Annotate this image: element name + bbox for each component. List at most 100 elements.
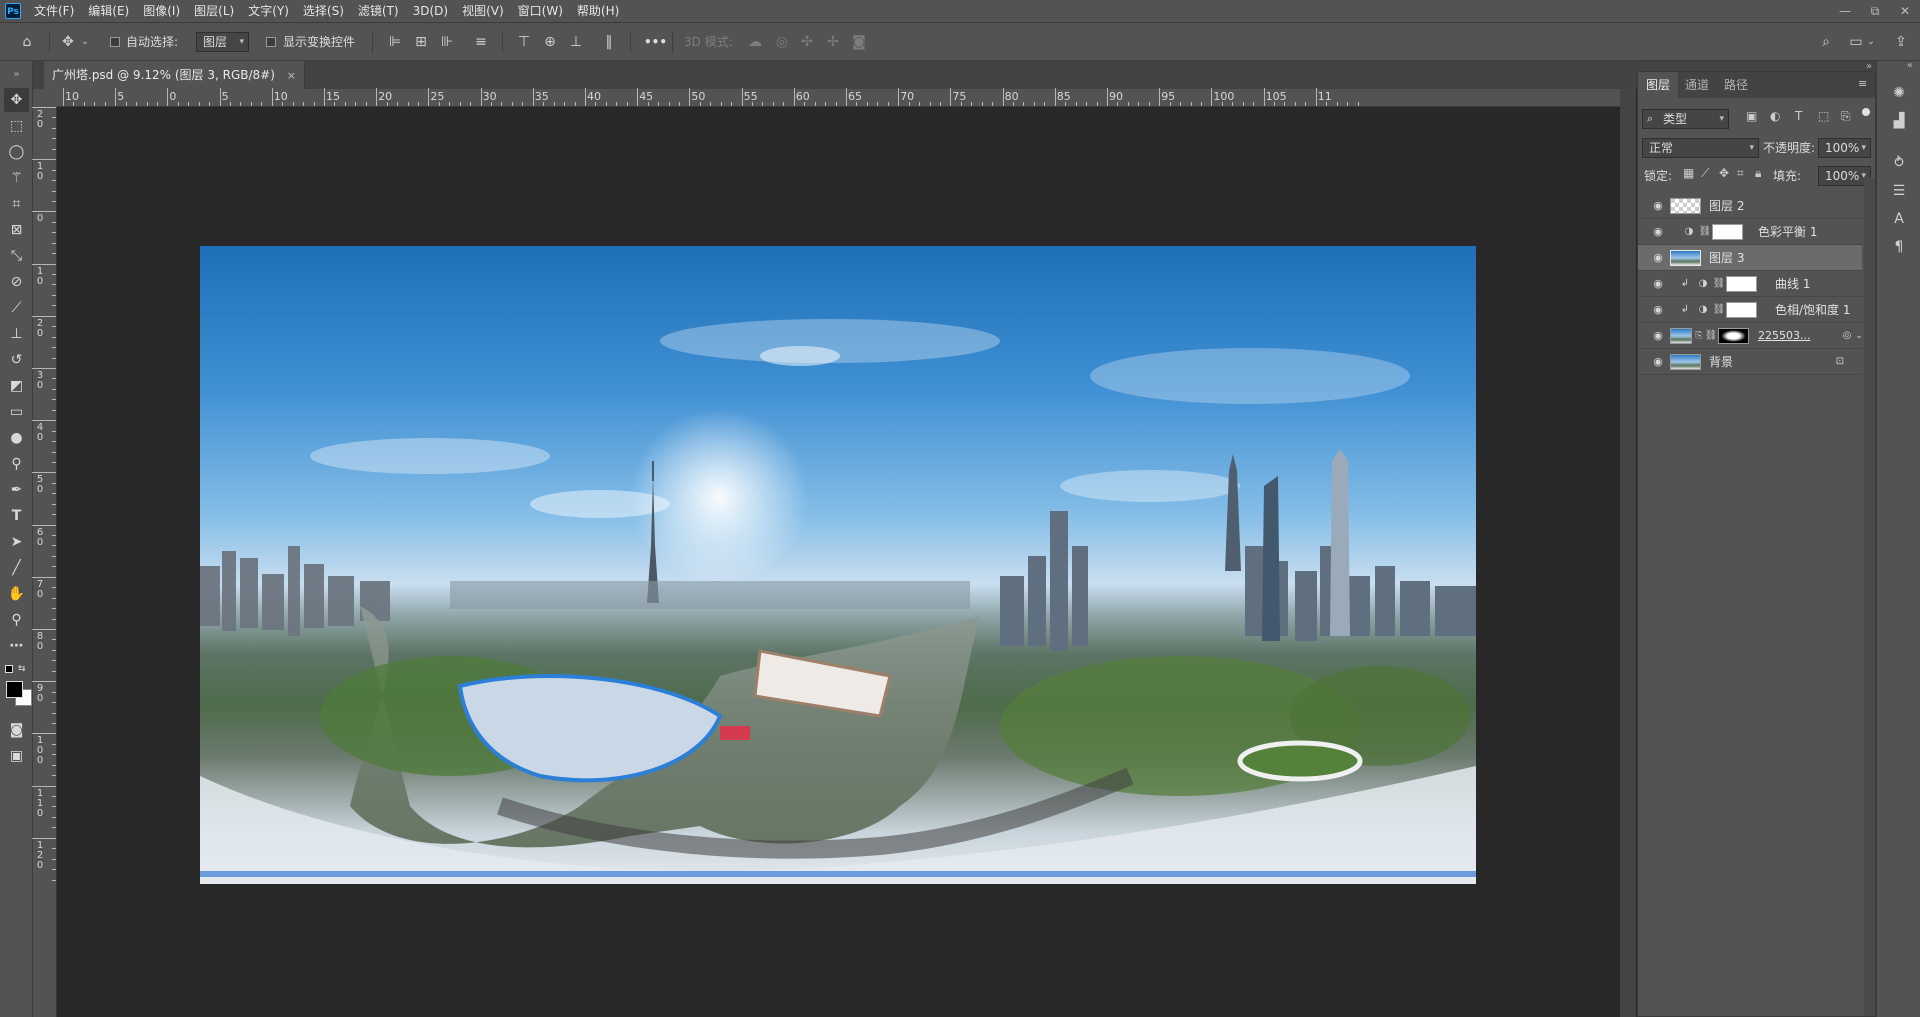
blend-mode-dropdown[interactable]: 正常 ▾ xyxy=(1642,138,1759,158)
show-transform-checkbox[interactable] xyxy=(266,37,276,47)
document-tab[interactable]: 广州塔.psd @ 9.12% (图层 3, RGB/8#) × xyxy=(44,61,305,89)
minimize-button[interactable]: — xyxy=(1830,0,1860,23)
chain-link-icon[interactable]: ⛓ xyxy=(1712,303,1726,317)
hand-tool-icon[interactable]: ✋ xyxy=(4,582,29,606)
layers-scrollbar[interactable] xyxy=(1864,178,1875,1016)
brush-tool-icon[interactable]: ⟋ xyxy=(4,296,29,320)
auto-select-dropdown[interactable]: 图层 ▾ xyxy=(196,32,249,52)
workspace-icon[interactable]: ▭ xyxy=(1847,33,1865,51)
horizontal-ruler[interactable]: 10 5 0 5 10 15 20 25 30 35 40 45 50 55 60 65 70 75 80 85 90 9… xyxy=(57,88,1620,107)
layer-name[interactable]: 225503... xyxy=(1758,323,1810,349)
blur-tool-icon[interactable]: ● xyxy=(4,426,29,450)
visibility-eye-icon[interactable]: ◉ xyxy=(1651,251,1665,265)
restore-button[interactable]: ⧉ xyxy=(1860,0,1890,23)
layer-row[interactable]: ◉ 背景 ⊡ xyxy=(1638,349,1862,375)
menu-help[interactable]: 帮助(H) xyxy=(570,0,626,23)
path-selection-tool-icon[interactable]: ➤ xyxy=(4,530,29,554)
opacity-input[interactable]: 100% ▾ xyxy=(1818,138,1871,158)
close-button[interactable]: ✕ xyxy=(1890,0,1920,23)
align-center-h-icon[interactable]: ⊞ xyxy=(412,33,430,51)
history-icon[interactable]: ⥁ xyxy=(1889,153,1909,173)
crop-tool-icon[interactable]: ⌗ xyxy=(4,192,29,216)
gradient-tool-icon[interactable]: ▭ xyxy=(4,400,29,424)
frame-tool-icon[interactable]: ⊠ xyxy=(4,218,29,242)
layer-name[interactable]: 图层 3 xyxy=(1709,245,1744,271)
lock-transparency-icon[interactable]: ▦ xyxy=(1683,166,1694,180)
search-icon[interactable]: ⌕ xyxy=(1817,33,1835,51)
chain-link-icon[interactable]: ⛓ xyxy=(1704,329,1718,343)
tab-layers[interactable]: 图层 xyxy=(1638,72,1679,98)
collapse-icon[interactable]: » xyxy=(4,63,29,87)
lock-all-icon[interactable]: 🔒︎ xyxy=(1755,166,1761,181)
auto-select-checkbox[interactable] xyxy=(110,37,120,47)
vertical-ruler[interactable]: 20100102030405060708090100110120 xyxy=(32,107,57,1017)
screen-mode-icon[interactable]: ▣ xyxy=(4,744,29,768)
lock-pixels-icon[interactable]: ⟋ xyxy=(1701,166,1709,181)
history-brush-tool-icon[interactable]: ↺ xyxy=(4,348,29,372)
default-colors-icon[interactable] xyxy=(5,665,13,673)
3d-roll-icon[interactable]: ◎ xyxy=(773,33,791,51)
layer-row[interactable]: ◉ 图层 2 xyxy=(1638,193,1862,219)
visibility-eye-icon[interactable]: ◉ xyxy=(1651,225,1665,239)
move-tool-preset-icon[interactable]: ✥ xyxy=(59,33,77,51)
layer-name[interactable]: 色彩平衡 1 xyxy=(1758,219,1817,245)
chevron-down-icon[interactable]: ⌄ xyxy=(80,33,90,51)
layer-row[interactable]: ◉ ↲ ◑ ⛓ 曲线 1 xyxy=(1638,271,1862,297)
home-icon[interactable]: ⌂ xyxy=(18,33,36,51)
swap-colors-icon[interactable]: ⇆ xyxy=(18,664,26,674)
layer-name[interactable]: 背景 xyxy=(1709,349,1733,375)
panorama-image[interactable] xyxy=(200,246,1476,884)
healing-brush-tool-icon[interactable]: ⊘ xyxy=(4,270,29,294)
filter-smart-object-icon[interactable]: ⎘ xyxy=(1841,109,1851,124)
visibility-eye-icon[interactable]: ◉ xyxy=(1651,329,1665,343)
distribute-v-icon[interactable]: ‖ xyxy=(600,33,618,51)
chain-link-icon[interactable]: ⛓ xyxy=(1712,277,1726,291)
tab-channels[interactable]: 通道 xyxy=(1677,72,1717,98)
distribute-icon[interactable]: ≡ xyxy=(472,33,490,51)
move-tool-icon[interactable]: ✥ xyxy=(4,88,29,112)
dodge-tool-icon[interactable]: ⚲ xyxy=(4,452,29,476)
expand-icon[interactable]: « xyxy=(1907,60,1913,71)
layer-row[interactable]: ◉ ↲ ◑ ⛓ 色相/饱和度 1 xyxy=(1638,297,1862,323)
layer-name[interactable]: 曲线 1 xyxy=(1775,271,1810,297)
edit-toolbar-icon[interactable]: ⋯ xyxy=(4,634,29,658)
magic-wand-tool-icon[interactable]: ⚚ xyxy=(4,166,29,190)
layer-row-selected[interactable]: ◉ 图层 3 xyxy=(1638,245,1862,271)
3d-orbit-icon[interactable]: ☁ xyxy=(746,33,764,51)
chevron-down-icon[interactable]: ⌄ xyxy=(1866,33,1876,51)
menu-select[interactable]: 选择(S) xyxy=(296,0,351,23)
align-right-icon[interactable]: ⊪ xyxy=(438,33,456,51)
lock-position-icon[interactable]: ✥ xyxy=(1719,166,1729,180)
lock-artboard-icon[interactable]: ⌗ xyxy=(1737,166,1744,181)
foreground-color-swatch[interactable] xyxy=(6,681,23,698)
visibility-eye-icon[interactable]: ◉ xyxy=(1651,355,1665,369)
canvas-area[interactable] xyxy=(57,107,1620,1017)
layer-row[interactable]: ◉ ◑ ⛓ 色彩平衡 1 xyxy=(1638,219,1862,245)
line-tool-icon[interactable]: ╱ xyxy=(4,556,29,580)
chain-link-icon[interactable]: ⛓ xyxy=(1698,225,1712,239)
layer-filter-dropdown[interactable]: ⌕ 类型 ▾ xyxy=(1642,109,1729,129)
align-bottom-icon[interactable]: ⊥ xyxy=(567,33,585,51)
lasso-tool-icon[interactable]: ◯ xyxy=(4,140,29,164)
clone-stamp-tool-icon[interactable]: ⊥ xyxy=(4,322,29,346)
menu-edit[interactable]: 编辑(E) xyxy=(81,0,136,23)
menu-layer[interactable]: 图层(L) xyxy=(187,0,241,23)
align-middle-v-icon[interactable]: ⊕ xyxy=(541,33,559,51)
3d-video-icon[interactable]: ◙ xyxy=(850,33,868,51)
visibility-eye-icon[interactable]: ◉ xyxy=(1651,303,1665,317)
align-left-icon[interactable]: ⊫ xyxy=(386,33,404,51)
quick-mask-icon[interactable]: ◙ xyxy=(4,718,29,742)
menu-3d[interactable]: 3D(D) xyxy=(406,0,455,23)
share-icon[interactable]: ⇪ xyxy=(1892,33,1910,51)
filter-type-icon[interactable]: T xyxy=(1795,109,1802,123)
layer-name[interactable]: 色相/饱和度 1 xyxy=(1775,297,1851,323)
visibility-eye-icon[interactable]: ◉ xyxy=(1651,277,1665,291)
filter-pixel-icon[interactable]: ▣ xyxy=(1746,109,1757,123)
character-icon[interactable]: A xyxy=(1889,209,1909,229)
3d-slide-icon[interactable]: ✢ xyxy=(824,33,842,51)
marquee-tool-icon[interactable]: ⬚ xyxy=(4,114,29,138)
eyedropper-tool-icon[interactable]: ⤡ xyxy=(4,244,29,268)
layer-name[interactable]: 图层 2 xyxy=(1709,193,1744,219)
zoom-tool-icon[interactable]: ⚲ xyxy=(4,608,29,632)
canvas-vertical-scrollbar[interactable] xyxy=(1620,89,1636,1017)
